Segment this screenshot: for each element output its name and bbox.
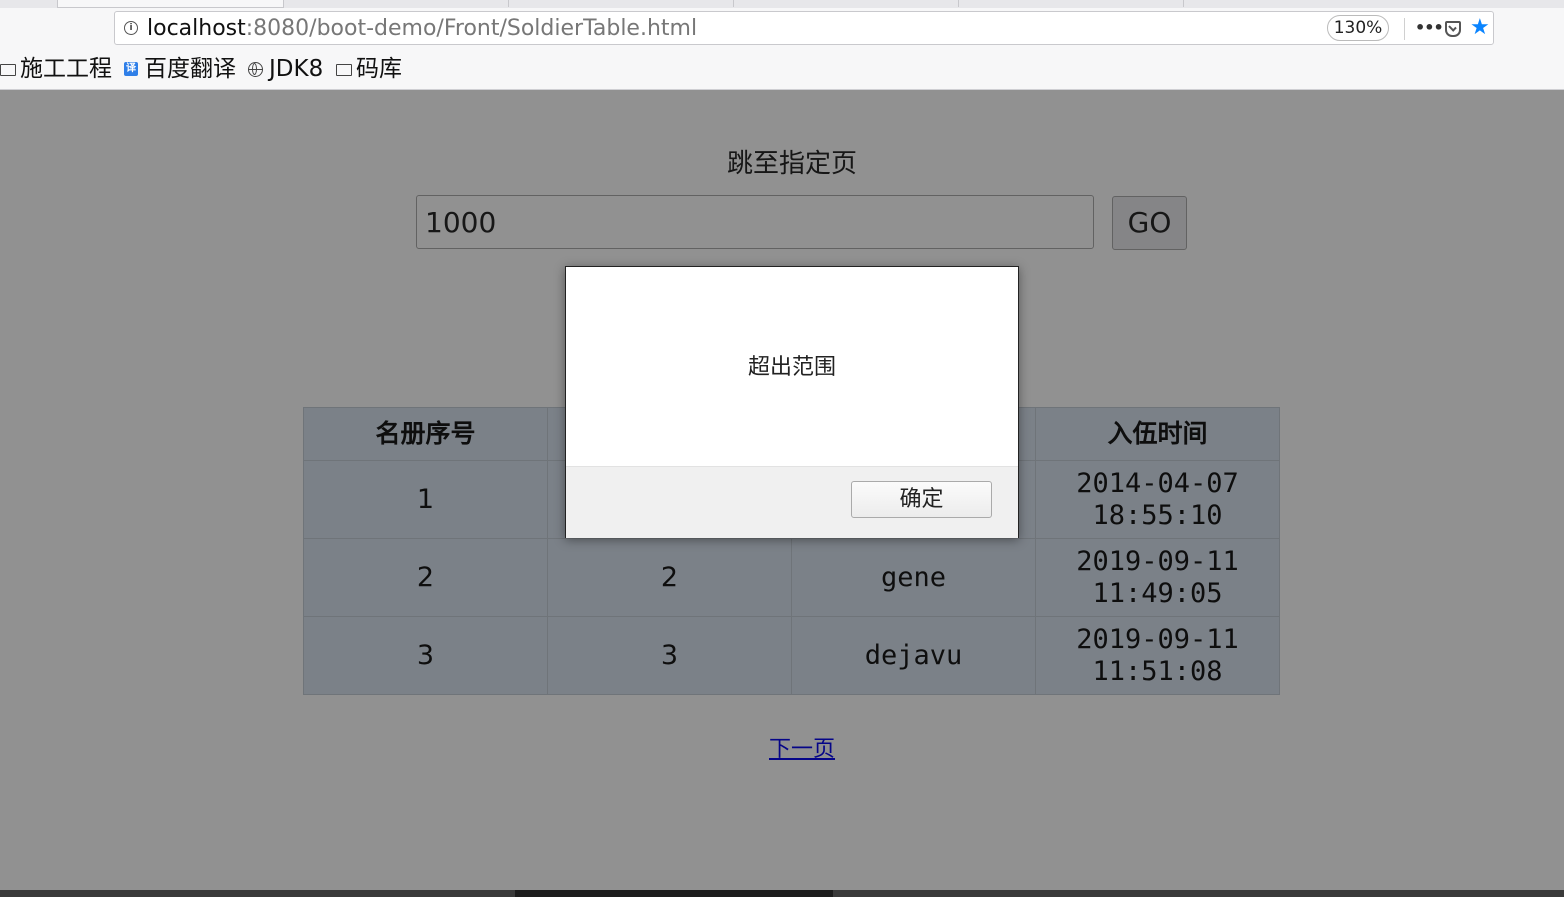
bookmark-label: 码库 <box>356 56 402 82</box>
tab-strip <box>0 0 1564 8</box>
url-path: :8080/boot-demo/Front/SoldierTable.html <box>245 16 698 41</box>
globe-icon <box>248 61 263 77</box>
bookmarks-bar: 施工工程 译 百度翻译 JDK8 码库 <box>0 50 1564 90</box>
bookmark-folder-1[interactable]: 施工工程 <box>0 54 112 84</box>
bookmark-baidu-translate[interactable]: 译 百度翻译 <box>124 54 236 84</box>
browser-toolbar: i localhost:8080/boot-demo/Front/Soldier… <box>0 8 1564 50</box>
url-text[interactable]: localhost:8080/boot-demo/Front/SoldierTa… <box>147 16 697 42</box>
zoom-level-badge[interactable]: 130% <box>1327 15 1389 41</box>
baidu-translate-icon: 译 <box>124 62 138 76</box>
horizontal-scrollbar[interactable] <box>0 890 1564 897</box>
bookmark-label: 施工工程 <box>20 56 112 82</box>
alert-dialog: 超出范围 确定 <box>565 266 1019 538</box>
ok-button[interactable]: 确定 <box>851 481 992 518</box>
info-icon[interactable]: i <box>124 21 138 35</box>
tab[interactable] <box>283 0 509 7</box>
alert-footer: 确定 <box>566 466 1018 538</box>
url-bar-divider <box>1404 18 1405 40</box>
tab[interactable] <box>959 0 1184 7</box>
tab[interactable] <box>509 0 734 7</box>
folder-icon <box>0 64 16 76</box>
pocket-icon[interactable] <box>1445 21 1461 37</box>
url-host: localhost <box>147 16 246 41</box>
tab-active[interactable] <box>57 0 284 8</box>
more-icon[interactable]: ••• <box>1415 13 1444 43</box>
bookmark-jdk8[interactable]: JDK8 <box>248 54 323 84</box>
scrollbar-thumb[interactable] <box>515 890 833 897</box>
folder-icon <box>336 64 352 76</box>
bookmark-label: 百度翻译 <box>144 56 236 82</box>
url-bar[interactable]: i localhost:8080/boot-demo/Front/Soldier… <box>114 11 1494 45</box>
bookmark-label: JDK8 <box>269 56 324 82</box>
tab[interactable] <box>734 0 959 7</box>
star-icon[interactable]: ★ <box>1470 14 1490 42</box>
bookmark-folder-2[interactable]: 码库 <box>336 54 402 84</box>
alert-message: 超出范围 <box>747 355 836 380</box>
